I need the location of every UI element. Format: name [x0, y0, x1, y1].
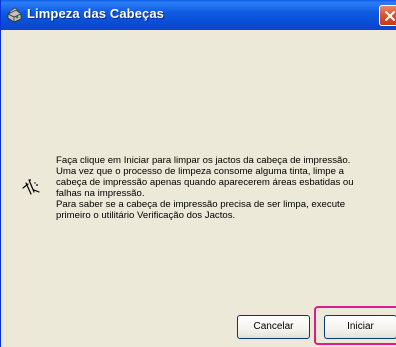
window-title: Limpeza das Cabeças — [27, 6, 165, 21]
title-bar[interactable]: Limpeza das Cabeças — [1, 0, 396, 30]
instruction-line: falhas na impressão. — [56, 188, 145, 199]
print-head-cleaning-icon — [20, 176, 42, 198]
cancel-button[interactable]: Cancelar — [237, 315, 310, 339]
instruction-line: cabeça de impressão apenas quando aparec… — [56, 177, 354, 188]
instruction-line: Uma vez que o processo de limpeza consom… — [56, 166, 344, 177]
start-button[interactable]: Iniciar — [324, 315, 396, 339]
printer-cleaning-icon — [6, 6, 24, 24]
close-icon — [385, 11, 395, 21]
instruction-text: Faça clique em Iniciar para limpar os ja… — [56, 155, 391, 221]
instruction-line: primeiro o utilitário Verificação dos Ja… — [56, 210, 236, 221]
instruction-line: Faça clique em Iniciar para limpar os ja… — [56, 155, 351, 166]
instruction-line: Para saber se a cabeça de impressão prec… — [56, 199, 346, 210]
close-button[interactable] — [379, 5, 396, 26]
dialog-window: Limpeza das Cabeças Faça clique em Inici… — [0, 0, 396, 347]
